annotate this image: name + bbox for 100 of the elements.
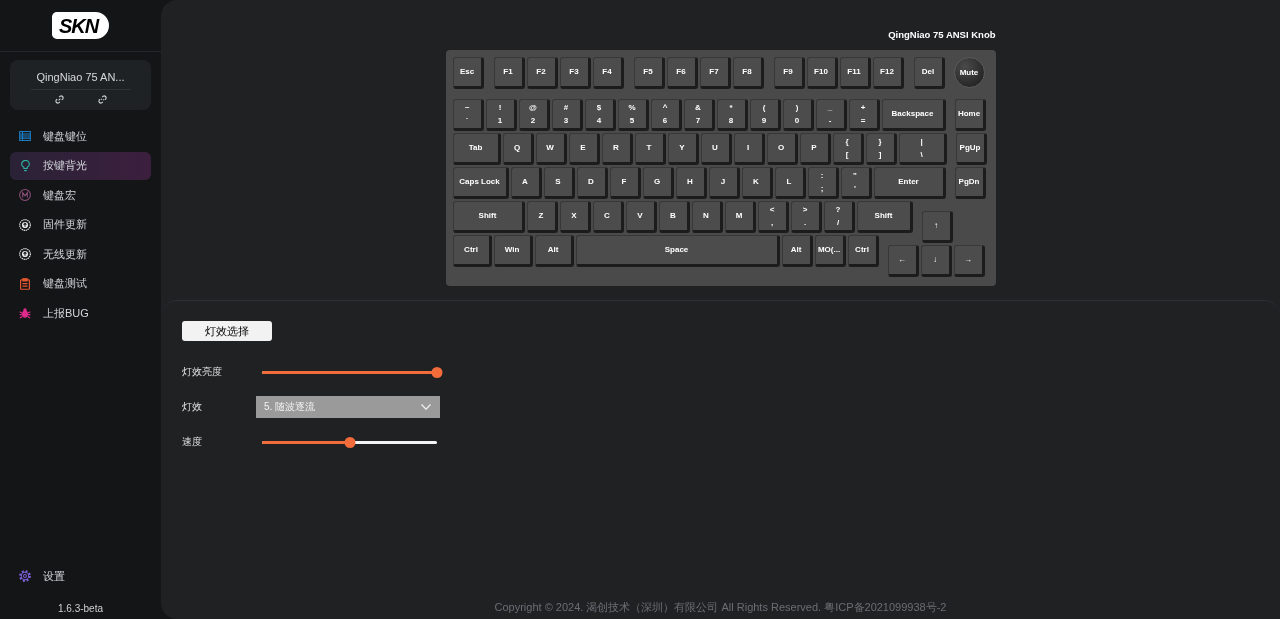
sidebar-item[interactable]: 键盘键位	[10, 122, 151, 150]
keyboard-key[interactable]: V	[625, 201, 657, 233]
sidebar-item[interactable]: 无线更新	[10, 240, 151, 268]
keyboard-key[interactable]: ~ `	[452, 99, 484, 131]
sidebar-item[interactable]: 键盘宏	[10, 181, 151, 209]
link-icon[interactable]	[54, 95, 64, 104]
keyboard-key[interactable]: Caps Lock	[452, 167, 509, 199]
keyboard-key[interactable]: % 5	[617, 99, 649, 131]
keyboard-key[interactable]: ) 0	[782, 99, 814, 131]
upload-circle-icon	[19, 218, 31, 231]
keyboard-key[interactable]: ! 1	[485, 99, 517, 131]
keyboard-key[interactable]: Win	[493, 235, 533, 267]
keyboard-key[interactable]: K	[741, 167, 773, 199]
keyboard-key[interactable]: Alt	[534, 235, 574, 267]
keyboard-key[interactable]: I	[733, 133, 765, 165]
keyboard-key[interactable]: ? /	[823, 201, 855, 233]
keyboard-key[interactable]: F5	[633, 57, 665, 89]
keyboard-key[interactable]: Shift	[452, 201, 525, 233]
keyboard-key[interactable]: ^ 6	[650, 99, 682, 131]
keyboard-key[interactable]: ↓	[920, 245, 952, 277]
keyboard-key[interactable]: →	[953, 245, 985, 277]
keyboard-key[interactable]: Backspace	[881, 99, 946, 131]
keyboard-key[interactable]: @ 2	[518, 99, 550, 131]
keyboard-key[interactable]: F	[609, 167, 641, 199]
keyboard-key[interactable]: & 7	[683, 99, 715, 131]
keyboard-key[interactable]: F1	[493, 57, 525, 89]
keyboard-key[interactable]: * 8	[716, 99, 748, 131]
keyboard-key[interactable]: L	[774, 167, 806, 199]
keyboard-key[interactable]: { [	[832, 133, 864, 165]
keyboard-key[interactable]: G	[642, 167, 674, 199]
keyboard-key[interactable]: F10	[806, 57, 838, 89]
keyboard-key[interactable]: ←	[887, 245, 919, 277]
keyboard-key[interactable]: + =	[848, 99, 880, 131]
keyboard-key[interactable]: PgUp	[955, 133, 987, 165]
keyboard-key[interactable]: B	[658, 201, 690, 233]
keyboard-key[interactable]: Shift	[856, 201, 913, 233]
keyboard-key[interactable]: # 3	[551, 99, 583, 131]
slider-thumb[interactable]	[431, 366, 443, 378]
keyboard-key[interactable]: Del	[913, 57, 945, 89]
sidebar-item[interactable]: 按键背光	[10, 151, 151, 180]
upload-circle-icon	[19, 248, 31, 260]
keyboard-key[interactable]: MO(...	[814, 235, 846, 267]
broken-link-icon[interactable]	[97, 95, 107, 104]
keyboard-key[interactable]: : ;	[807, 167, 839, 199]
keyboard-key[interactable]: D	[576, 167, 608, 199]
keyboard-key[interactable]: T	[634, 133, 666, 165]
keyboard-key[interactable]: R	[601, 133, 633, 165]
keyboard-key[interactable]: PgDn	[954, 167, 986, 199]
keyboard-key[interactable]: E	[568, 133, 600, 165]
keyboard-key[interactable]: Ctrl	[847, 235, 879, 267]
keyboard-key[interactable]: F8	[732, 57, 764, 89]
keyboard-key[interactable]: H	[675, 167, 707, 199]
settings-item[interactable]: 设置	[10, 562, 151, 590]
keyboard-key[interactable]: | \	[898, 133, 947, 165]
keyboard-key[interactable]: F2	[526, 57, 558, 89]
keyboard-key[interactable]: > .	[790, 201, 822, 233]
keyboard-key[interactable]: F11	[839, 57, 871, 89]
keyboard-key[interactable]: $ 4	[584, 99, 616, 131]
keyboard-key[interactable]: O	[766, 133, 798, 165]
keyboard-key[interactable]: _ -	[815, 99, 847, 131]
sidebar-item[interactable]: 上报BUG	[10, 299, 151, 327]
keyboard-key[interactable]: Space	[575, 235, 780, 267]
slider-thumb[interactable]	[344, 436, 355, 448]
version-text: 1.6.3-beta	[56, 603, 104, 615]
volume-knob[interactable]: Mute	[953, 57, 985, 88]
keyboard-key[interactable]: P	[799, 133, 831, 165]
keyboard-key[interactable]: M	[724, 201, 756, 233]
sidebar-item[interactable]: 键盘测试	[10, 269, 151, 298]
keyboard-key[interactable]: Home	[954, 99, 986, 131]
keyboard-key[interactable]: ( 9	[749, 99, 781, 131]
keyboard-key[interactable]: X	[559, 201, 591, 233]
keyboard-key[interactable]: F3	[559, 57, 591, 89]
keyboard-key[interactable]: ↑	[921, 211, 953, 243]
keyboard-key[interactable]: F7	[699, 57, 731, 89]
keyboard-key[interactable]: " '	[840, 167, 872, 199]
keyboard-key[interactable]: S	[543, 167, 575, 199]
keyboard-key[interactable]: J	[708, 167, 740, 199]
keyboard-key[interactable]: F6	[666, 57, 698, 89]
keyboard-key[interactable]: Enter	[873, 167, 946, 199]
keyboard-key[interactable]: N	[691, 201, 723, 233]
keyboard-key[interactable]: U	[700, 133, 732, 165]
sidebar-item[interactable]: 固件更新	[10, 210, 151, 239]
device-name: QingNiao 75 AN...	[36, 71, 125, 84]
clipboard-icon	[20, 277, 30, 290]
keyboard-key[interactable]: Q	[502, 133, 534, 165]
keyboard-key[interactable]: Tab	[452, 133, 501, 165]
keyboard-key[interactable]: Esc	[452, 57, 484, 89]
keyboard-key[interactable]: F4	[592, 57, 624, 89]
effect-select-button[interactable]: 灯效选择	[182, 321, 272, 341]
keyboard-key[interactable]: Ctrl	[452, 235, 492, 267]
keyboard-key[interactable]: } ]	[865, 133, 897, 165]
keyboard-key[interactable]: F12	[872, 57, 904, 89]
keyboard-key[interactable]: W	[535, 133, 567, 165]
keyboard-key[interactable]: Y	[667, 133, 699, 165]
keyboard-key[interactable]: Z	[526, 201, 558, 233]
keyboard-key[interactable]: A	[510, 167, 542, 199]
keyboard-key[interactable]: < ,	[757, 201, 789, 233]
keyboard-key[interactable]: Alt	[781, 235, 813, 267]
keyboard-key[interactable]: F9	[773, 57, 805, 89]
keyboard-key[interactable]: C	[592, 201, 624, 233]
